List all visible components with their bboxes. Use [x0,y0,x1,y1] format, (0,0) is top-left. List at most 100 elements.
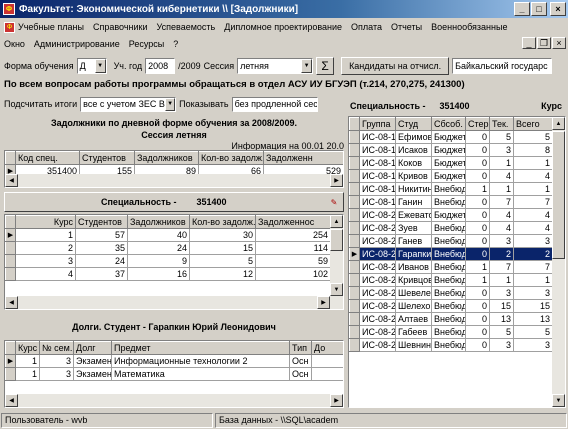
table-row[interactable]: ИС-08-2ЕжеватовБюджет044 [349,208,553,222]
cell[interactable]: Внебюд [431,325,466,339]
col-old[interactable]: Стер. [465,117,490,131]
table-row[interactable]: ИС-08-1 Ганин Внебюд 0 7 7 [349,195,553,209]
cell[interactable]: Ежеватов [395,208,432,222]
col-debtors[interactable]: Задолжников [127,215,190,229]
menu-study-plans[interactable]: Учебные планы [18,22,84,32]
table-row[interactable]: ИС-08-1 Никитин Внебюд 1 1 1 [349,182,553,196]
col-students[interactable]: Студентов [79,151,135,165]
cell[interactable]: 102 [255,267,331,281]
cell[interactable]: Бюджет [431,208,466,222]
cell[interactable]: 5 [189,254,256,268]
col-debt-count[interactable]: Кол-во задолж. [198,151,264,165]
cell[interactable]: 37 [75,267,128,281]
table-row[interactable]: 2 35 24 15 114 [5,241,331,255]
cell[interactable]: Внебюд [431,195,466,209]
cell[interactable]: Шевелев [395,286,432,300]
cell[interactable]: Бюджет [431,156,466,170]
cell[interactable]: 5 [513,325,553,339]
col-debts[interactable]: Задолженн [263,151,343,165]
cell[interactable]: ИС-08-1 [359,143,396,157]
col-group[interactable]: Группа [359,117,396,131]
cell[interactable]: 13 [489,312,514,326]
cell[interactable]: 0 [465,208,490,222]
cell[interactable]: 57 [75,228,128,242]
table-row[interactable]: ИС-08-1 Коков Бюджет 0 1 1 [349,156,553,170]
table-row[interactable]: ИС-08-2 Кривцов Внебюд 1 1 1 [349,273,553,287]
cell[interactable]: ИС-08-2 [359,299,396,313]
cell[interactable]: Внебюд [431,234,466,248]
session-select[interactable]: летняя ▼ [237,58,314,74]
cell[interactable]: 1 [513,156,553,170]
menu-resources[interactable]: Ресурсы [129,39,165,49]
cell[interactable]: Внебюд [431,247,466,261]
table-row[interactable]: 1 3 Экзамен Математика Осн [5,367,343,381]
cell[interactable]: 4 [489,221,514,235]
university-field[interactable]: Байкальский государс [452,58,553,74]
cell[interactable]: 0 [465,338,490,352]
course-hscroll[interactable]: ◀ ▶ [5,296,343,309]
col-total[interactable]: Всего [513,117,553,131]
scroll-right-icon[interactable]: ▶ [317,296,330,309]
col-extra[interactable]: До [311,341,343,355]
cell[interactable]: Ганев [395,234,432,248]
table-row[interactable]: ИС-08-2 Шелехов Внебюд 0 15 15 [349,299,553,313]
chevron-down-icon[interactable]: ▼ [94,59,106,73]
cell[interactable]: 40 [127,228,190,242]
cell[interactable]: 15 [513,299,553,313]
cell[interactable]: Математика [111,367,290,381]
cell[interactable]: 254 [255,228,331,242]
menu-window[interactable]: Окно [4,39,25,49]
cell[interactable]: 7 [489,195,514,209]
cell[interactable]: 5 [489,325,514,339]
cell[interactable]: Внебюд [431,299,466,313]
cell[interactable]: 2 [513,247,553,261]
table-row[interactable]: ИС-08-2 Габеев Внебюд 0 5 5 [349,325,553,339]
menu-military[interactable]: Военнообязанные [431,22,507,32]
cell[interactable]: Информационные технологии 2 [111,354,290,368]
table-row[interactable]: ИС-08-2 Алтаев Внебюд 0 13 13 [349,312,553,326]
cell[interactable]: 1 [513,273,553,287]
table-row[interactable]: ИС-08-2 Иванов Внебюд 1 7 7 [349,260,553,274]
col-debt-count[interactable]: Кол-во задолж. [189,215,256,229]
cell[interactable]: 1 [465,260,490,274]
cell[interactable]: ИС-08-2 [359,338,396,352]
cell[interactable]: Ефимов [395,130,432,144]
debts-hscroll[interactable]: ◀ ▶ [5,394,343,407]
cell[interactable]: 1 [465,182,490,196]
col-funding[interactable]: Сбсоб. [431,117,466,131]
cell[interactable]: 0 [465,143,490,157]
cell[interactable]: ИС-08-2 [359,273,396,287]
cell[interactable]: 30 [189,228,256,242]
cell[interactable]: 4 [513,221,553,235]
cell[interactable]: ИС-08-1 [359,169,396,183]
col-semester[interactable]: № сем. [39,341,74,355]
cell[interactable]: 3 [489,286,514,300]
cell[interactable]: Шелехов [395,299,432,313]
cell[interactable]: 16 [127,267,190,281]
summarize-select[interactable]: все с учетом ЗЕС ВКЛ ▼ [80,96,177,112]
cell[interactable]: Внебюд [431,221,466,235]
cell[interactable]: Внебюд [431,338,466,352]
cell[interactable]: 3 [513,286,553,300]
col-current[interactable]: Тек. [489,117,514,131]
menu-payment[interactable]: Оплата [351,22,382,32]
cell[interactable]: ИС-08-1 [359,182,396,196]
cell[interactable]: 1 [15,354,40,368]
cell[interactable]: Экзамен [73,354,112,368]
col-type[interactable]: Тип [289,341,312,355]
menu-reports[interactable]: Отчеты [391,22,422,32]
cell[interactable]: 13 [513,312,553,326]
scroll-left-icon[interactable]: ◀ [5,296,18,309]
table-row[interactable]: ИС-08-2 Зуев Внебюд 0 4 4 [349,221,553,235]
menu-help[interactable]: ? [173,39,178,49]
scroll-up-icon[interactable]: ▲ [330,215,343,228]
cell[interactable]: 1 [513,182,553,196]
cell[interactable]: ИС-08-2 [359,325,396,339]
scroll-left-icon[interactable]: ◀ [5,174,18,187]
cell[interactable]: 3 [39,367,74,381]
cell[interactable]: 15 [189,241,256,255]
cell[interactable]: Кривцов [395,273,432,287]
cell[interactable]: 0 [465,299,490,313]
cell[interactable]: Осн [289,354,312,368]
cell[interactable]: ИС-08-1 [359,130,396,144]
